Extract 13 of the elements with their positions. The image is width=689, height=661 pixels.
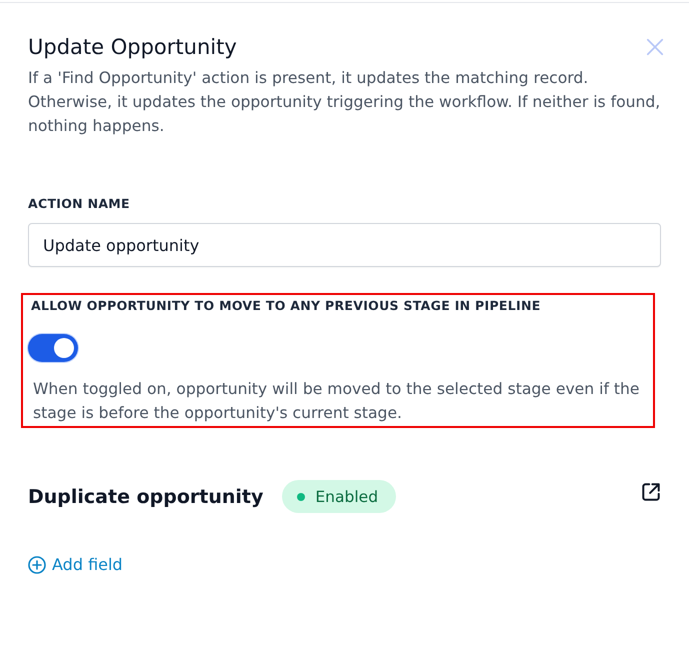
setting-label: ALLOW OPPORTUNITY TO MOVE TO ANY PREVIOUS STAGE IN PIPELINE xyxy=(31,298,541,314)
status-dot-icon xyxy=(297,492,306,500)
action-name-input[interactable]: Update opportunity xyxy=(28,223,661,267)
setting-help-text: When toggled on, opportunity will be moved to the selected stage even if the stage is before the opportunity's current stage. xyxy=(33,379,640,424)
external-link-icon[interactable] xyxy=(641,482,661,502)
add-field-button[interactable]: Add field xyxy=(28,554,123,576)
field-label: ACTION NAME xyxy=(28,196,130,212)
toggle-switch[interactable] xyxy=(28,334,78,362)
panel-description: If a 'Find Opportunity' action is present, it updates the matching record. Otherwise, it updates the opportunity triggering the workflow. If neither is found, nothing happens. xyxy=(28,68,662,137)
plus-circle-icon xyxy=(28,556,46,574)
section-title: Duplicate opportunity xyxy=(28,486,264,508)
status-label: Enabled xyxy=(315,488,378,506)
panel-title: Update Opportunity xyxy=(28,34,237,61)
